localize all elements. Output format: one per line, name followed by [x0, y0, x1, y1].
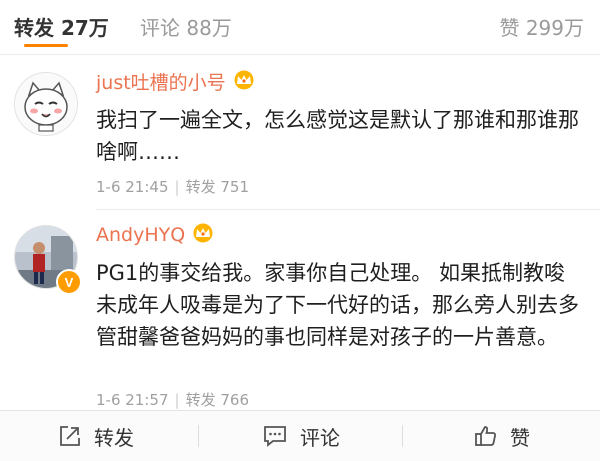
tab-like-label: 赞 — [499, 16, 520, 40]
verified-badge: V — [56, 269, 82, 295]
like-button-label: 赞 — [510, 425, 530, 450]
tab-comment-count: 88万 — [186, 16, 232, 40]
repost-label: 转发 — [185, 391, 216, 409]
comment-meta: 1-6 21:57 | 转发 766 — [96, 391, 249, 409]
action-divider — [402, 425, 403, 447]
tab-like-count: 299万 — [525, 16, 584, 40]
comment-icon — [264, 426, 286, 447]
repost-label: 转发 — [185, 178, 216, 196]
user-line: just吐槽的小号 — [96, 68, 256, 95]
repost-button-label: 转发 — [94, 425, 134, 450]
comment-content: 我扫了一遍全文，怎么感觉这是默认了那谁和那谁那啥啊…… — [96, 108, 579, 164]
tab-like[interactable]: 赞 299万 — [499, 12, 584, 41]
comment-item: just吐槽的小号 我扫了一遍全文，怎么感觉这是默认了那谁和那谁那啥啊…… 1-… — [0, 54, 600, 209]
comment-content: PG1的事交给我。家事你自己处理。 如果抵制教唆未成年人吸毒是为了下一代好的话，… — [96, 261, 579, 349]
comment-item: V AndyHYQ PG1的事交给我。家事你自己处理。 如果抵制教唆未成年人吸毒… — [0, 209, 600, 409]
repost-button[interactable]: 转发 — [58, 411, 134, 461]
user-line: AndyHYQ — [96, 223, 215, 247]
tab-repost[interactable]: 转发 27万 — [14, 12, 109, 41]
tab-bar: 转发 27万 评论 88万 赞 299万 — [0, 0, 600, 52]
username[interactable]: just吐槽的小号 — [96, 68, 226, 95]
avatar[interactable] — [14, 72, 78, 136]
tab-repost-count: 27万 — [60, 16, 109, 40]
crown-icon — [191, 223, 215, 247]
tab-comment[interactable]: 评论 88万 — [140, 12, 232, 41]
crown-icon — [232, 70, 256, 94]
like-button[interactable]: 赞 — [474, 411, 530, 461]
active-tab-indicator — [24, 44, 68, 47]
repost-count: 766 — [220, 391, 249, 409]
username[interactable]: AndyHYQ — [96, 224, 185, 246]
comment-time: 1-6 21:57 — [96, 391, 169, 409]
action-divider — [198, 425, 199, 447]
tab-repost-label: 转发 — [14, 16, 54, 40]
comment-button[interactable]: 评论 — [262, 411, 340, 461]
cartoon-cat-avatar-icon — [15, 73, 77, 135]
comment-time: 1-6 21:45 — [96, 178, 169, 196]
action-bar: 转发 评论 赞 — [0, 410, 600, 461]
comment-repost-link[interactable]: 转发 751 — [186, 178, 249, 196]
tab-comment-label: 评论 — [140, 16, 180, 40]
repost-icon — [60, 426, 80, 446]
comment-button-label: 评论 — [300, 425, 340, 450]
comment-repost-link[interactable]: 转发 766 — [186, 391, 249, 409]
thumbs-up-icon — [475, 426, 496, 446]
repost-count: 751 — [220, 178, 249, 196]
comment-meta: 1-6 21:45 | 转发 751 — [96, 178, 249, 196]
